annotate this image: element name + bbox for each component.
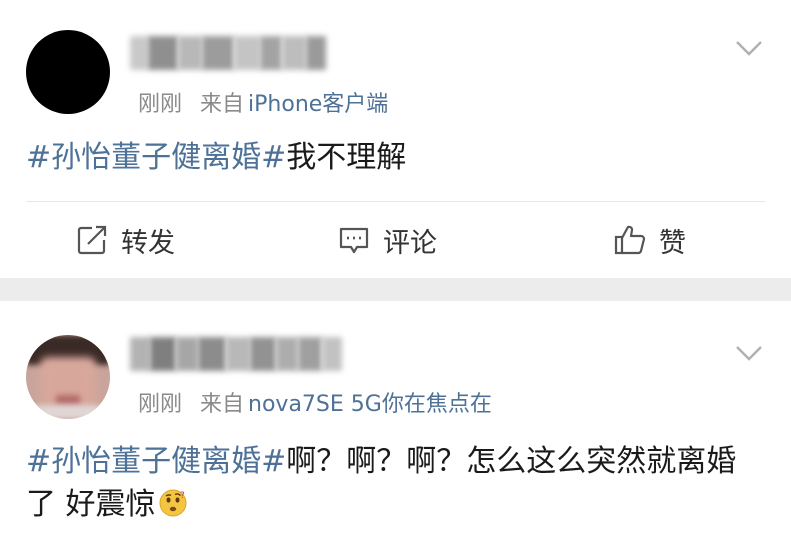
thinking-face-icon: ? <box>159 489 187 517</box>
source-prefix: 来自 <box>200 92 245 117</box>
post-time: 刚刚 <box>138 92 183 117</box>
comment-icon <box>339 227 369 254</box>
username-blurred[interactable] <box>130 36 326 70</box>
post-card: 刚刚 来自 nova7SE 5G你在焦点在 #孙怡董子健离婚#啊？啊？啊？怎么这么突… <box>0 301 791 534</box>
chevron-down-icon[interactable] <box>735 339 763 367</box>
comment-button[interactable]: 评论 <box>337 222 437 259</box>
feed-separator <box>0 278 791 301</box>
like-button[interactable]: 赞 <box>613 222 686 259</box>
post-text: #孙怡董子健离婚#我不理解 <box>26 136 765 179</box>
comment-label: 评论 <box>383 227 437 259</box>
hashtag-link[interactable]: #孙怡董子健离婚# <box>26 140 286 175</box>
share-icon <box>77 225 107 255</box>
action-bar: 转发 评论 赞 <box>0 202 791 278</box>
username-blurred[interactable] <box>130 337 342 371</box>
avatar[interactable] <box>26 335 110 419</box>
post-source[interactable]: iPhone客户端 <box>248 92 388 117</box>
post-source[interactable]: nova7SE 5G你在焦点在 <box>248 392 492 417</box>
hashtag-link[interactable]: #孙怡董子健离婚# <box>26 444 286 479</box>
svg-text:?: ? <box>180 491 185 501</box>
post-meta: 刚刚 来自 iPhone客户端 <box>138 86 388 118</box>
source-prefix: 来自 <box>200 392 245 417</box>
repost-button[interactable]: 转发 <box>75 222 175 259</box>
post-body: 我不理解 <box>286 140 407 175</box>
post-card: 刚刚 来自 iPhone客户端 #孙怡董子健离婚#我不理解 转发 评论 赞 <box>0 0 791 278</box>
post-text: #孙怡董子健离婚#啊？啊？啊？怎么这么突然就离婚了 好震惊 ? <box>26 440 765 526</box>
chevron-down-icon[interactable] <box>735 34 763 62</box>
post-meta: 刚刚 来自 nova7SE 5G你在焦点在 <box>138 386 492 418</box>
repost-label: 转发 <box>121 227 175 259</box>
avatar[interactable] <box>26 30 110 114</box>
post-time: 刚刚 <box>138 392 183 417</box>
thumbs-up-icon <box>614 225 646 255</box>
like-label: 赞 <box>659 227 686 259</box>
